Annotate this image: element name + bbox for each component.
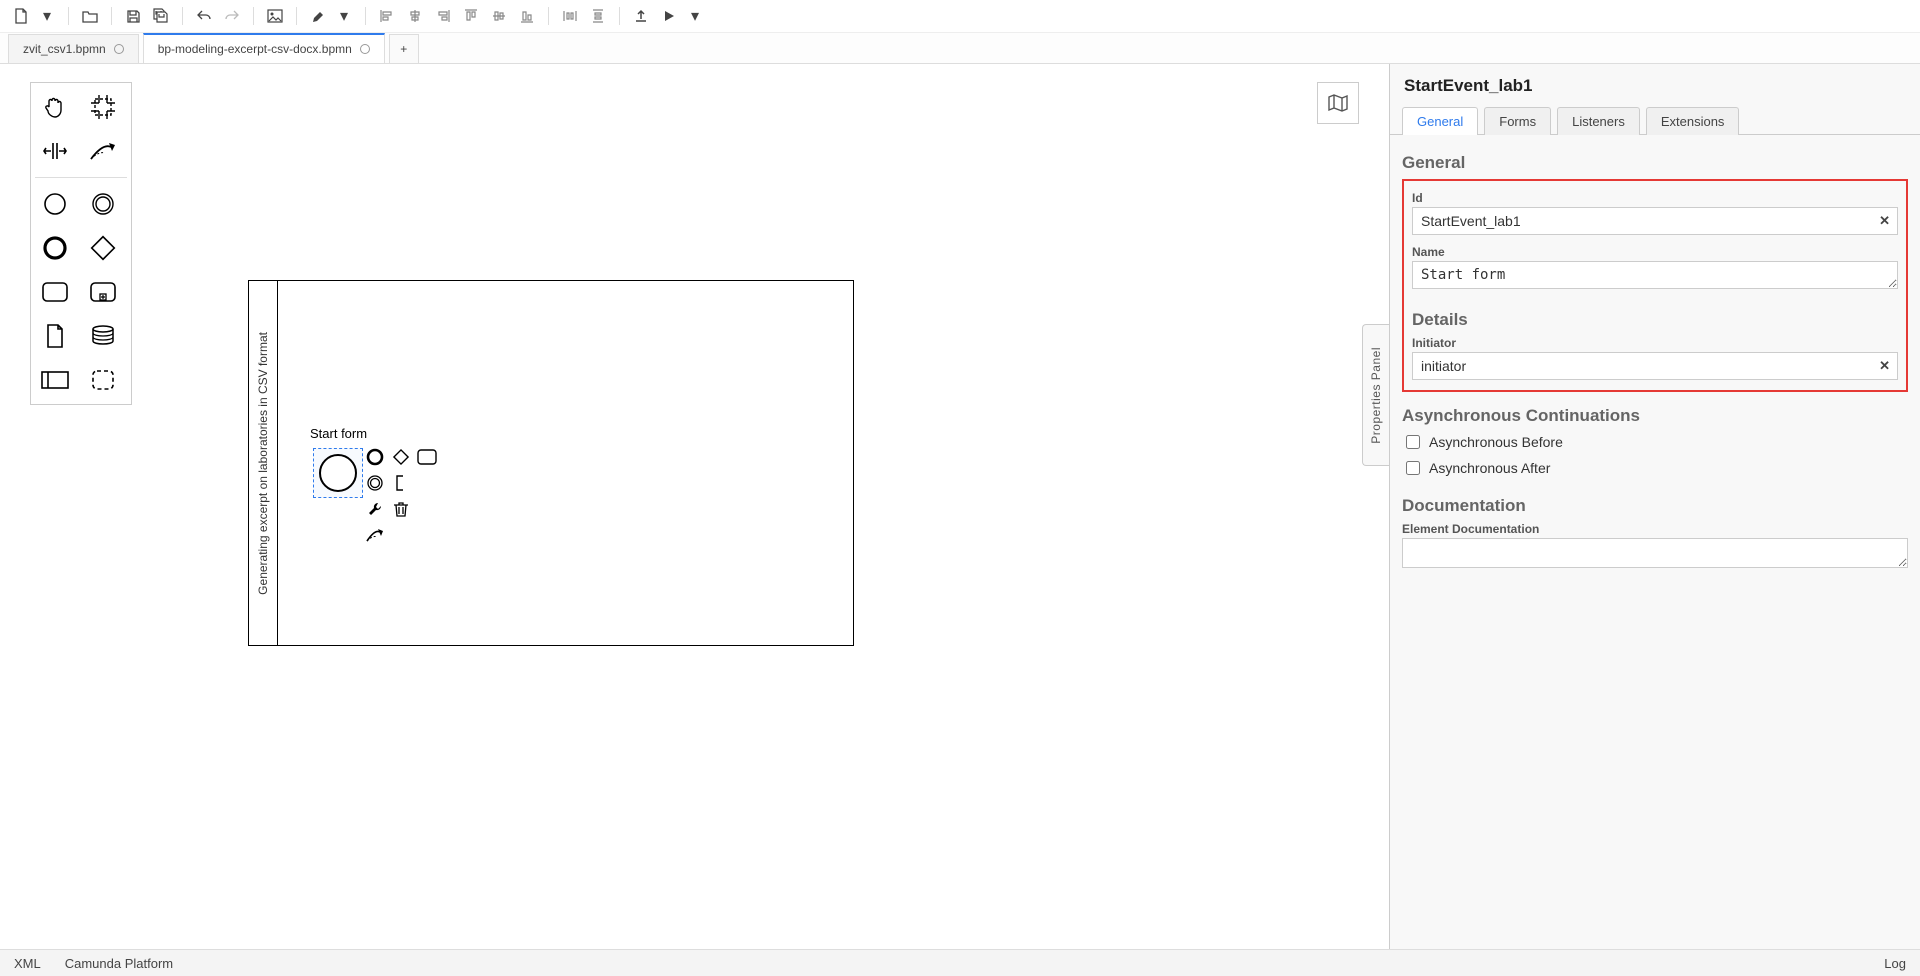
props-tabs: General Forms Listeners Extensions	[1390, 106, 1920, 135]
initiator-input[interactable]	[1412, 352, 1898, 380]
distribute-h-icon[interactable]	[557, 3, 583, 29]
append-gateway-icon[interactable]	[390, 446, 412, 468]
data-object-icon[interactable]	[35, 316, 75, 356]
upload-icon[interactable]	[628, 3, 654, 29]
align-bottom-icon[interactable]	[514, 3, 540, 29]
async-before-row[interactable]: Asynchronous Before	[1402, 432, 1908, 452]
data-store-icon[interactable]	[83, 316, 123, 356]
end-event-icon[interactable]	[35, 228, 75, 268]
task-icon[interactable]	[35, 272, 75, 312]
props-tab-extensions[interactable]: Extensions	[1646, 107, 1740, 135]
async-after-row[interactable]: Asynchronous After	[1402, 458, 1908, 478]
async-before-checkbox[interactable]	[1406, 435, 1420, 449]
status-bar: XML Camunda Platform Log	[0, 949, 1920, 976]
align-center-v-icon[interactable]	[486, 3, 512, 29]
undo-icon[interactable]	[191, 3, 217, 29]
id-input[interactable]	[1412, 207, 1898, 235]
run-icon[interactable]	[656, 3, 682, 29]
section-documentation: Documentation	[1402, 496, 1908, 516]
clear-icon[interactable]: ✕	[1879, 358, 1890, 374]
wrench-icon[interactable]	[364, 498, 386, 520]
status-log-button[interactable]: Log	[1884, 956, 1906, 971]
file-tab[interactable]: zvit_csv1.bpmn	[8, 34, 139, 63]
section-async: Asynchronous Continuations	[1402, 406, 1908, 426]
new-file-dropdown-icon[interactable]: ▾	[34, 3, 60, 29]
status-xml-button[interactable]: XML	[14, 956, 41, 971]
file-tab-label: zvit_csv1.bpmn	[23, 42, 106, 56]
gateway-icon[interactable]	[83, 228, 123, 268]
name-label: Name	[1412, 245, 1898, 259]
save-all-icon[interactable]	[148, 3, 174, 29]
pool-icon[interactable]	[35, 360, 75, 400]
props-tab-listeners[interactable]: Listeners	[1557, 107, 1640, 135]
top-toolbar: ▾ ▾ ▾	[0, 0, 1920, 33]
align-right-icon[interactable]	[430, 3, 456, 29]
clear-icon[interactable]: ✕	[1879, 213, 1890, 229]
paint-dropdown-icon[interactable]: ▾	[331, 3, 357, 29]
distribute-v-icon[interactable]	[585, 3, 611, 29]
file-tab-label: bp-modeling-excerpt-csv-docx.bpmn	[158, 42, 352, 56]
save-icon[interactable]	[120, 3, 146, 29]
properties-panel-toggle[interactable]: Properties Panel	[1362, 324, 1389, 466]
append-intermediate-event-icon[interactable]	[364, 472, 386, 494]
new-file-icon[interactable]	[8, 3, 34, 29]
context-pad	[364, 446, 438, 546]
run-dropdown-icon[interactable]: ▾	[682, 3, 708, 29]
space-tool-icon[interactable]	[35, 131, 75, 171]
palette	[30, 82, 132, 405]
doc-label: Element Documentation	[1402, 522, 1908, 536]
dirty-indicator-icon	[114, 44, 124, 54]
id-label: Id	[1412, 191, 1898, 205]
file-tabbar: zvit_csv1.bpmn bp-modeling-excerpt-csv-d…	[0, 33, 1920, 63]
connect-icon[interactable]	[364, 524, 386, 546]
properties-panel: StartEvent_lab1 General Forms Listeners …	[1389, 64, 1920, 949]
start-event-icon[interactable]	[35, 184, 75, 224]
start-event-circle-icon	[319, 454, 357, 492]
async-after-checkbox[interactable]	[1406, 461, 1420, 475]
align-top-icon[interactable]	[458, 3, 484, 29]
append-task-icon[interactable]	[416, 446, 438, 468]
intermediate-event-icon[interactable]	[83, 184, 123, 224]
open-icon[interactable]	[77, 3, 103, 29]
annotation-icon[interactable]	[390, 472, 412, 494]
append-end-event-icon[interactable]	[364, 446, 386, 468]
redo-icon[interactable]	[219, 3, 245, 29]
start-event-selected[interactable]	[313, 448, 363, 498]
align-center-h-icon[interactable]	[402, 3, 428, 29]
file-tab[interactable]: bp-modeling-excerpt-csv-docx.bpmn	[143, 33, 385, 63]
props-tab-forms[interactable]: Forms	[1484, 107, 1551, 135]
paint-icon[interactable]	[305, 3, 331, 29]
section-general: General	[1402, 153, 1908, 173]
dirty-indicator-icon	[360, 44, 370, 54]
status-platform-button[interactable]: Camunda Platform	[65, 956, 173, 971]
add-tab-button[interactable]: +	[389, 34, 419, 63]
async-after-label: Asynchronous After	[1429, 460, 1550, 476]
trash-icon[interactable]	[390, 498, 412, 520]
canvas[interactable]: Properties Panel Generating excerpt on l…	[0, 64, 1389, 949]
start-event-label: Start form	[310, 426, 367, 441]
subprocess-icon[interactable]	[83, 272, 123, 312]
props-tab-general[interactable]: General	[1402, 107, 1478, 135]
name-input[interactable]: Start form	[1412, 261, 1898, 289]
section-details: Details	[1412, 310, 1898, 330]
initiator-label: Initiator	[1412, 336, 1898, 350]
pool-title: Generating excerpt on laboratories in CS…	[249, 281, 278, 645]
properties-panel-label: Properties Panel	[1369, 347, 1383, 444]
highlighted-section: Id ✕ Name Start form Details Initiator ✕	[1402, 179, 1908, 392]
group-icon[interactable]	[83, 360, 123, 400]
minimap-toggle-button[interactable]	[1317, 82, 1359, 124]
async-before-label: Asynchronous Before	[1429, 434, 1563, 450]
image-icon[interactable]	[262, 3, 288, 29]
align-left-icon[interactable]	[374, 3, 400, 29]
lasso-tool-icon[interactable]	[83, 87, 123, 127]
connect-tool-icon[interactable]	[83, 131, 123, 171]
props-title: StartEvent_lab1	[1404, 76, 1906, 96]
hand-tool-icon[interactable]	[35, 87, 75, 127]
doc-textarea[interactable]	[1402, 538, 1908, 568]
